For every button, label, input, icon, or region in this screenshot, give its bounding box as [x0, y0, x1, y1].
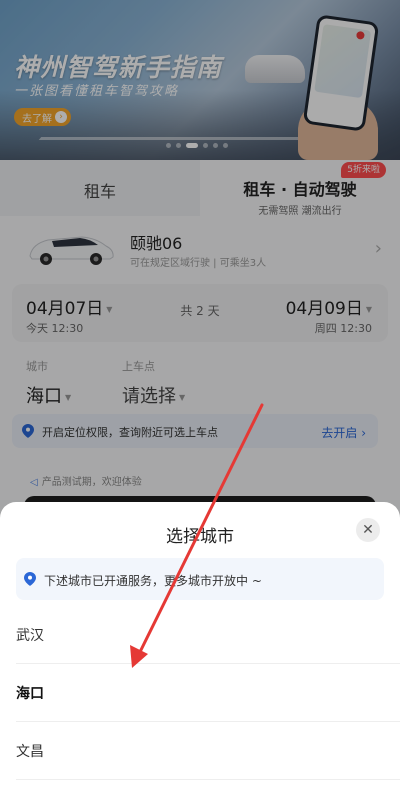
sheet-title: 选择城市	[166, 527, 234, 547]
close-button[interactable]: ✕	[356, 518, 380, 542]
close-icon: ✕	[362, 522, 374, 538]
city-picker-sheet: 选择城市 ✕ 下述城市已开通服务，更多城市开放中 ~ 武汉 海口 文昌	[0, 502, 400, 800]
city-option-wenchang[interactable]: 文昌	[16, 722, 400, 780]
service-notice-text: 下述城市已开通服务，更多城市开放中 ~	[44, 574, 262, 588]
service-notice: 下述城市已开通服务，更多城市开放中 ~	[16, 558, 384, 600]
city-option-wuhan[interactable]: 武汉	[16, 606, 400, 664]
city-option-haikou[interactable]: 海口	[16, 664, 400, 722]
city-list: 武汉 海口 文昌	[0, 606, 400, 780]
location-pin-icon	[24, 572, 36, 586]
